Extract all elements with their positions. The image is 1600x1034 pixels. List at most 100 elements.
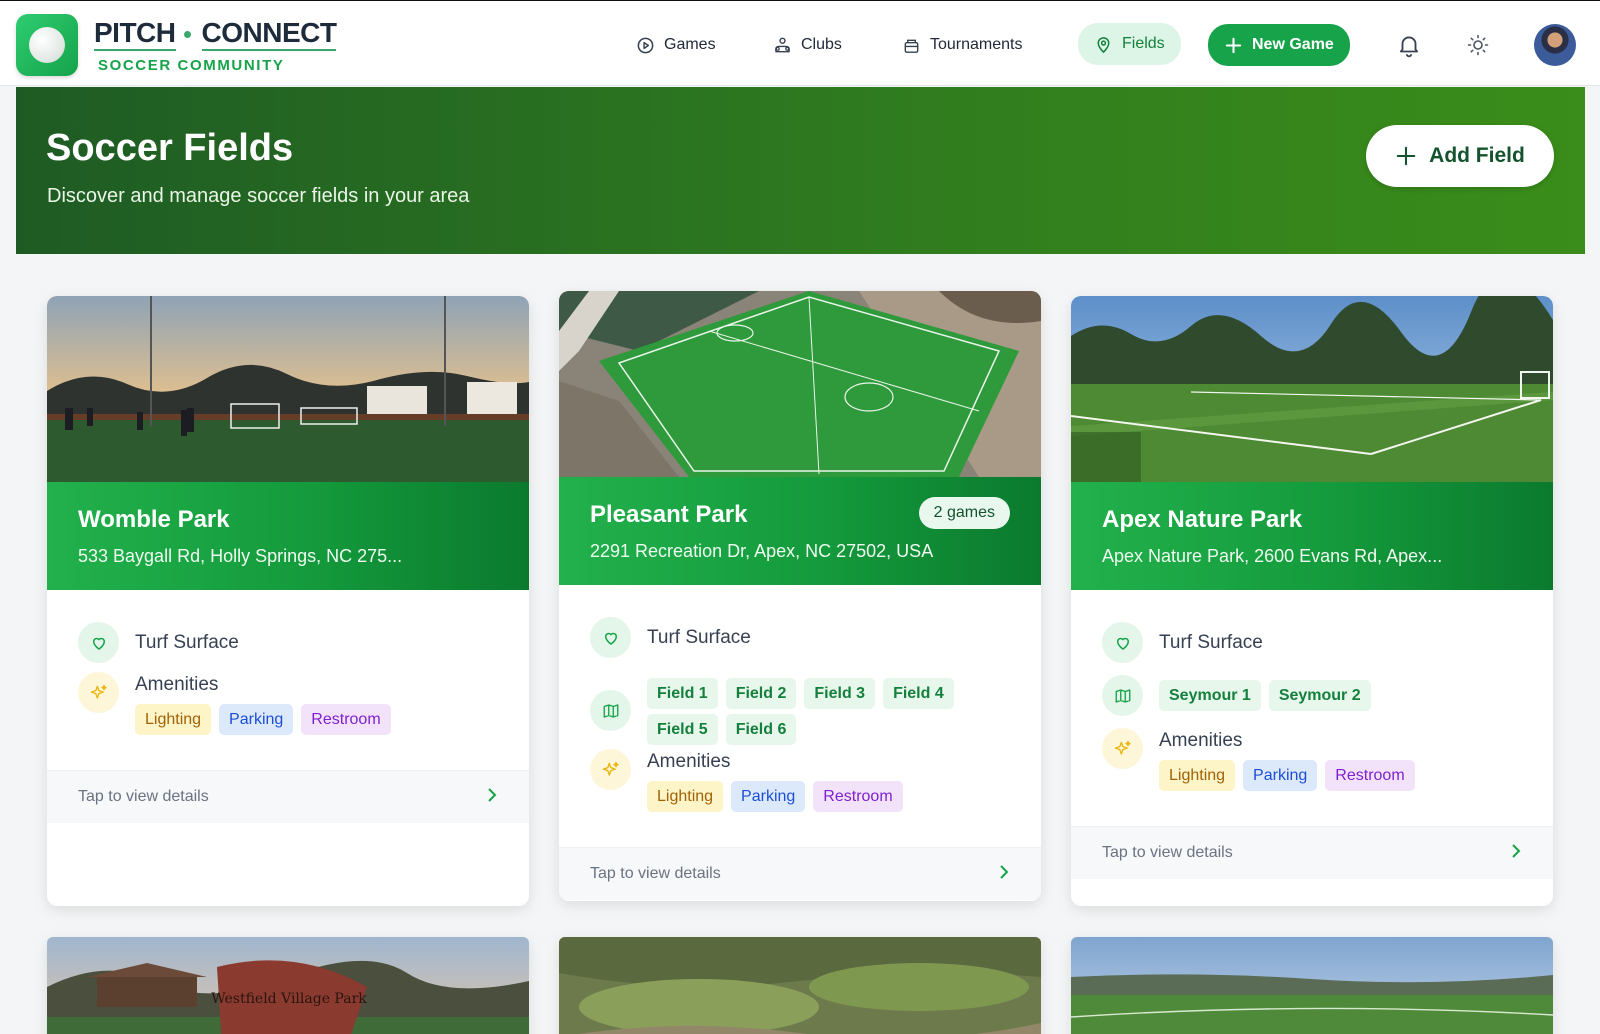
- nav-fields[interactable]: Fields: [1078, 23, 1181, 65]
- field-photo: [1071, 296, 1553, 482]
- clubs-icon: [775, 37, 790, 52]
- amenity-chip-parking: Parking: [1243, 760, 1318, 791]
- nav-clubs-label: Clubs: [801, 36, 842, 53]
- sub-field-chip: Field 2: [725, 678, 797, 709]
- nav-tournaments[interactable]: Tournaments: [886, 25, 1039, 65]
- surface-row: Turf Surface: [78, 622, 239, 663]
- surface-row: Turf Surface: [590, 617, 751, 658]
- theme-sun-icon[interactable]: [1460, 27, 1496, 63]
- sub-field-chip: Field 6: [725, 714, 797, 745]
- brand[interactable]: PITCH CONNECT SOCCER COMMUNITY: [94, 17, 337, 74]
- new-game-button[interactable]: New Game: [1208, 24, 1350, 66]
- amenities-label: Amenities: [1159, 730, 1243, 751]
- add-field-button[interactable]: Add Field: [1366, 125, 1554, 187]
- map-icon: [1102, 675, 1143, 716]
- amenity-chip-restroom: Restroom: [301, 704, 391, 735]
- amenities-label: Amenities: [135, 674, 219, 695]
- sparkles-icon: [590, 749, 631, 790]
- page-subtitle: Discover and manage soccer fields in you…: [47, 185, 470, 207]
- field-name: Apex Nature Park: [1102, 506, 1303, 533]
- view-details-label: Tap to view details: [590, 865, 721, 882]
- field-card-womble-park[interactable]: Womble Park 533 Baygall Rd, Holly Spring…: [47, 296, 529, 906]
- nav-games[interactable]: Games: [620, 25, 732, 65]
- sub-field-chip: Seymour 2: [1268, 680, 1371, 711]
- play-circle-icon: [637, 37, 654, 53]
- brand-dot-icon: [180, 29, 196, 39]
- sub-field-chip: Field 3: [804, 678, 876, 709]
- nav-games-label: Games: [664, 36, 716, 53]
- amenity-chip-lighting: Lighting: [647, 781, 724, 812]
- sub-fields-row: Seymour 1 Seymour 2: [1102, 675, 1371, 716]
- field-address: 2291 Recreation Dr, Apex, NC 27502, USA: [590, 541, 934, 561]
- surface-label: Turf Surface: [135, 632, 239, 653]
- field-card-pleasant-park[interactable]: Pleasant Park 2 games 2291 Recreation Dr…: [559, 291, 1041, 901]
- heart-icon: [590, 617, 631, 658]
- amenity-chip-parking: Parking: [731, 781, 806, 812]
- sign-text: Westfield Village Park: [211, 991, 367, 1007]
- amenities-row: Amenities Lighting Parking Restroom: [1102, 728, 1415, 791]
- amenity-chip-parking: Parking: [219, 704, 294, 735]
- new-game-label: New Game: [1252, 36, 1334, 53]
- field-photo: [559, 937, 1041, 1034]
- view-details-label: Tap to view details: [78, 788, 209, 805]
- brand-name: PITCH CONNECT: [94, 17, 337, 51]
- sub-field-chip: Field 4: [883, 678, 954, 709]
- card-footer[interactable]: Tap to view details: [559, 847, 1041, 900]
- brand-tagline: SOCCER COMMUNITY: [98, 57, 285, 74]
- field-card-partial[interactable]: [1071, 937, 1553, 1034]
- nav-clubs[interactable]: Clubs: [757, 25, 858, 65]
- games-count-badge: 2 games: [918, 497, 1010, 529]
- brand-name-left: PITCH: [94, 17, 176, 51]
- surface-label: Turf Surface: [1159, 632, 1263, 653]
- surface-row: Turf Surface: [1102, 622, 1263, 663]
- amenities-row: Amenities Lighting Parking Restroom: [590, 749, 903, 812]
- field-photo: [559, 291, 1041, 477]
- field-card-partial[interactable]: [559, 937, 1041, 1034]
- map-pin-icon: [1097, 36, 1110, 53]
- sparkles-icon: [78, 672, 119, 713]
- amenities-row: Amenities Lighting Parking Restroom: [78, 672, 391, 735]
- field-address: 533 Baygall Rd, Holly Springs, NC 275...: [78, 546, 403, 566]
- sub-field-chip: Field 1: [647, 678, 718, 709]
- card-footer[interactable]: Tap to view details: [47, 770, 529, 823]
- field-card-header: Apex Nature Park Apex Nature Park, 2600 …: [1071, 482, 1553, 590]
- amenity-chip-lighting: Lighting: [1159, 760, 1236, 791]
- chevron-right-icon: [486, 787, 498, 808]
- field-card-header: Pleasant Park 2 games 2291 Recreation Dr…: [559, 477, 1041, 585]
- field-photo: [1071, 937, 1553, 1034]
- app-logo-icon[interactable]: [16, 14, 78, 76]
- page-hero: Soccer Fields Discover and manage soccer…: [16, 87, 1585, 254]
- soccer-ball-icon: [29, 27, 65, 63]
- amenity-chip-restroom: Restroom: [1325, 760, 1415, 791]
- field-name: Womble Park: [78, 506, 230, 533]
- sub-field-chip: Seymour 1: [1159, 680, 1261, 711]
- user-avatar[interactable]: [1534, 24, 1576, 66]
- notifications-bell-icon[interactable]: [1391, 27, 1427, 63]
- field-address: Apex Nature Park, 2600 Evans Rd, Apex...: [1102, 546, 1443, 566]
- field-photo: [47, 296, 529, 482]
- brand-name-right: CONNECT: [201, 17, 337, 51]
- chevron-right-icon: [1510, 843, 1522, 864]
- amenities-label: Amenities: [647, 751, 731, 772]
- tournament-icon: [904, 39, 919, 53]
- field-card-header: Womble Park 533 Baygall Rd, Holly Spring…: [47, 482, 529, 590]
- field-name: Pleasant Park: [590, 501, 748, 528]
- chevron-right-icon: [998, 864, 1010, 885]
- view-details-label: Tap to view details: [1102, 844, 1233, 861]
- card-footer[interactable]: Tap to view details: [1071, 826, 1553, 879]
- heart-icon: [1102, 622, 1143, 663]
- surface-label: Turf Surface: [647, 627, 751, 648]
- field-card-apex-nature-park[interactable]: Apex Nature Park Apex Nature Park, 2600 …: [1071, 296, 1553, 906]
- heart-icon: [78, 622, 119, 663]
- sub-field-chip: Field 5: [647, 714, 718, 745]
- nav-tournaments-label: Tournaments: [930, 36, 1023, 53]
- sub-fields-row: Field 1 Field 2 Field 3 Field 4 Field 5 …: [590, 672, 957, 745]
- nav-fields-label: Fields: [1122, 35, 1165, 52]
- plus-icon: [1396, 146, 1416, 166]
- amenity-chip-lighting: Lighting: [135, 704, 212, 735]
- field-card-partial[interactable]: Westfield Village Park: [47, 937, 529, 1034]
- add-field-label: Add Field: [1429, 144, 1525, 167]
- field-photo: Westfield Village Park: [47, 937, 529, 1034]
- amenity-chip-restroom: Restroom: [813, 781, 903, 812]
- page-title: Soccer Fields: [46, 127, 294, 169]
